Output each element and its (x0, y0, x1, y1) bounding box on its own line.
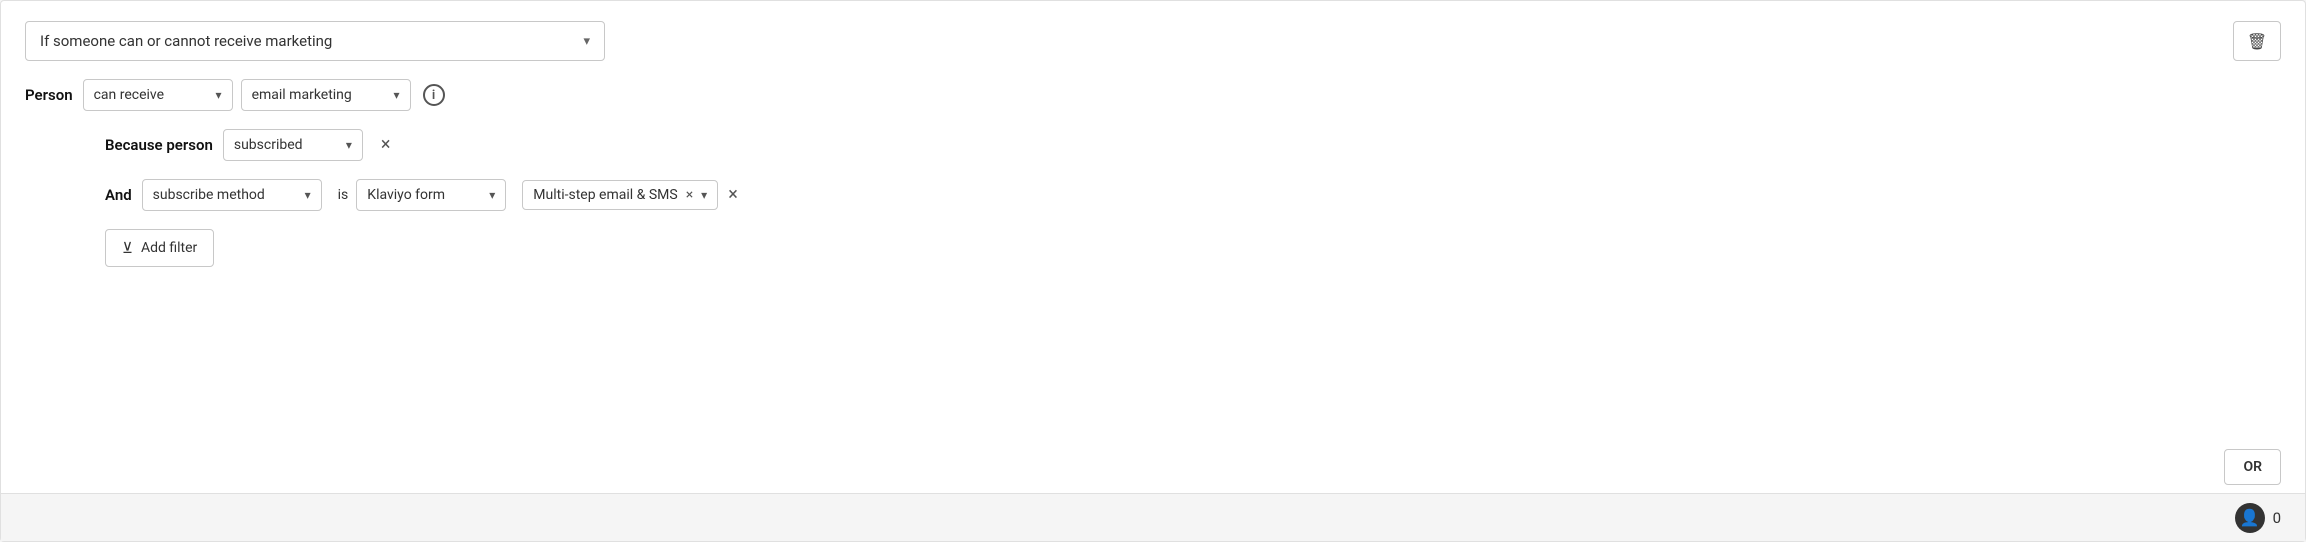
klaviyo-form-chevron-icon: ▾ (489, 188, 495, 202)
or-button[interactable]: OR (2224, 449, 2281, 485)
row-main-dropdown: If someone can or cannot receive marketi… (25, 21, 2281, 61)
subscribe-method-dropdown[interactable]: subscribe method ▾ (142, 179, 322, 211)
email-marketing-dropdown[interactable]: email marketing ▾ (241, 79, 411, 111)
row-add-filter: ⊻ Add filter (25, 229, 2281, 267)
add-filter-label: Add filter (141, 240, 197, 256)
avatar-icon: 👤 (2235, 503, 2265, 533)
add-filter-icon: ⊻ (122, 239, 133, 257)
main-dropdown-text: If someone can or cannot receive marketi… (40, 32, 332, 50)
avatar-person-icon: 👤 (2240, 508, 2260, 527)
person-label: Person (25, 86, 73, 104)
add-filter-button[interactable]: ⊻ Add filter (105, 229, 214, 267)
email-marketing-value: email marketing (252, 87, 352, 103)
because-person-close-icon[interactable]: × (381, 136, 391, 154)
can-receive-value: can receive (94, 87, 164, 103)
delete-button[interactable]: 🗑 (2233, 21, 2281, 61)
is-label: is (338, 187, 349, 203)
and-row-close-icon[interactable]: × (728, 186, 738, 204)
klaviyo-form-dropdown[interactable]: Klaviyo form ▾ (356, 179, 506, 211)
subscribed-value: subscribed (234, 137, 303, 153)
multi-step-tag[interactable]: Multi-step email & SMS × ▾ (522, 180, 718, 210)
count-badge: 0 (2273, 509, 2281, 527)
main-condition-dropdown[interactable]: If someone can or cannot receive marketi… (25, 21, 605, 61)
main-dropdown-chevron-icon: ▾ (583, 34, 590, 49)
because-person-label: Because person (105, 136, 213, 154)
subscribe-method-value: subscribe method (153, 187, 265, 203)
can-receive-dropdown[interactable]: can receive ▾ (83, 79, 233, 111)
subscribe-method-chevron-icon: ▾ (305, 188, 311, 202)
multi-step-tag-chevron-icon[interactable]: ▾ (701, 188, 707, 202)
row-and: And subscribe method ▾ is Klaviyo form ▾… (25, 179, 2281, 211)
row-person: Person can receive ▾ email marketing ▾ i (25, 79, 2281, 111)
multi-step-tag-value: Multi-step email & SMS (533, 187, 677, 203)
info-icon[interactable]: i (423, 84, 445, 106)
can-receive-chevron-icon: ▾ (216, 88, 222, 102)
trash-icon: 🗑 (2247, 32, 2267, 51)
subscribed-dropdown[interactable]: subscribed ▾ (223, 129, 363, 161)
klaviyo-form-value: Klaviyo form (367, 187, 445, 203)
subscribed-chevron-icon: ▾ (346, 138, 352, 152)
email-marketing-chevron-icon: ▾ (394, 88, 400, 102)
row-because-person: Because person subscribed ▾ × (25, 129, 2281, 161)
multi-step-tag-close-icon[interactable]: × (686, 187, 693, 203)
main-container: If someone can or cannot receive marketi… (0, 0, 2306, 542)
and-label: And (105, 186, 132, 204)
bottom-bar: 👤 0 (1, 493, 2305, 541)
